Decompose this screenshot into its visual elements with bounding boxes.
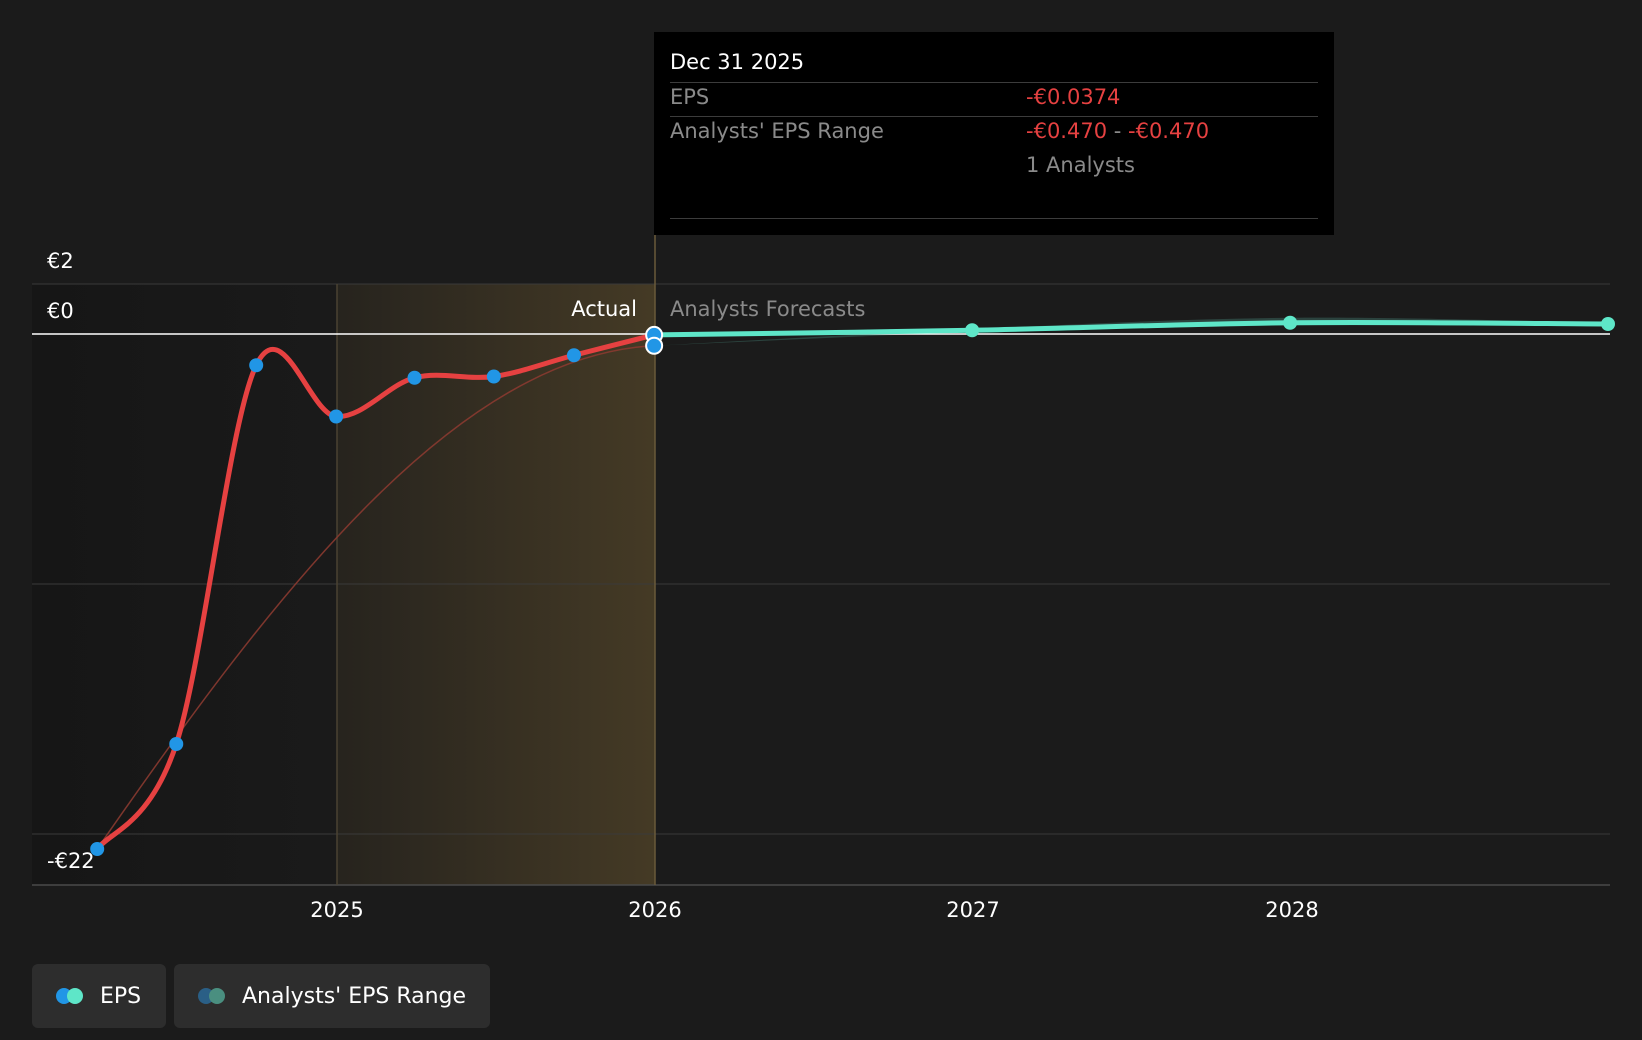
- eps-point-1: [169, 737, 184, 751]
- forecast-point-2: [1283, 315, 1298, 330]
- x-tick-label-2025: 2025: [310, 898, 363, 922]
- eps-point-5: [486, 369, 501, 384]
- legend-range-label: Analysts' EPS Range: [242, 983, 467, 1009]
- x-tick-label-2026: 2026: [628, 898, 681, 922]
- forecast-label: Analysts Forecasts: [670, 297, 865, 321]
- tooltip-date: Dec 31 2025: [670, 50, 805, 74]
- tooltip-range-value: -€0.470 - -€0.470: [1026, 119, 1209, 143]
- legend-eps-swatch-icon: [56, 987, 90, 1005]
- tooltip-analysts-count: 1 Analysts: [1026, 153, 1135, 177]
- range-point-0: [645, 336, 664, 355]
- tooltip-eps-label: EPS: [670, 85, 710, 109]
- tooltip-eps-value: -€0.0374: [1026, 85, 1121, 109]
- eps-point-4: [407, 370, 422, 385]
- legend-eps-label: EPS: [100, 983, 142, 1009]
- legend-eps-dot-b: [67, 988, 83, 1004]
- tooltip-range-high: -€0.470: [1128, 119, 1210, 143]
- tooltip-divider: [670, 116, 1318, 117]
- tooltip-range-low: -€0.470: [1026, 119, 1108, 143]
- tooltip-range-separator: -: [1107, 119, 1128, 143]
- tooltip-range-label: Analysts' EPS Range: [670, 119, 884, 143]
- legend-range-dot-b: [209, 988, 225, 1004]
- eps-point-2: [249, 358, 264, 373]
- legend-range-swatch-icon: [198, 987, 232, 1005]
- actual-label: Actual: [571, 297, 637, 321]
- forecast-point-1: [965, 323, 980, 338]
- legend-item-range[interactable]: Analysts' EPS Range: [174, 964, 490, 1028]
- x-tick-label-2028: 2028: [1265, 898, 1318, 922]
- tooltip-divider: [670, 218, 1318, 219]
- eps-point-3: [329, 409, 344, 424]
- forecast-point-3: [1601, 317, 1615, 331]
- eps-forecast-line: [651, 319, 1611, 338]
- y-tick-label-bottom: -€22: [47, 849, 95, 873]
- x-tick-label-2027: 2027: [946, 898, 999, 922]
- y-tick-label-top: €2: [47, 249, 74, 273]
- hover-tooltip: Dec 31 2025 EPS -€0.0374 Analysts' EPS R…: [654, 32, 1334, 235]
- tooltip-divider: [670, 82, 1318, 83]
- eps-point-6: [566, 348, 581, 363]
- legend-item-eps[interactable]: EPS: [32, 964, 166, 1028]
- y-tick-label-zero: €0: [47, 299, 74, 323]
